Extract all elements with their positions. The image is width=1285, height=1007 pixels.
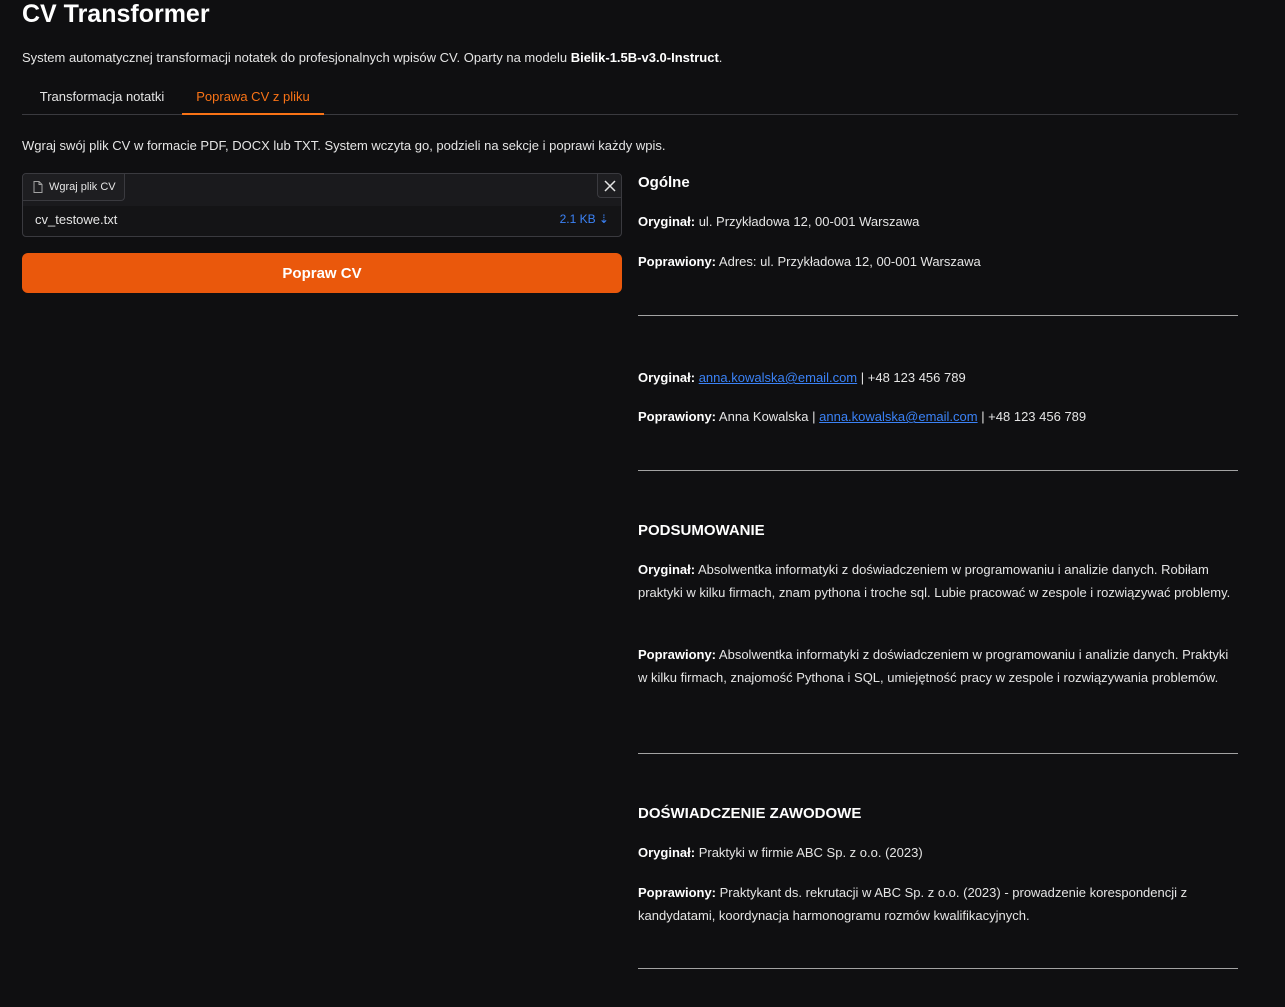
section-ogolne: Ogólne [638,172,1238,194]
original-label: Oryginał: [638,845,696,860]
email-link[interactable]: anna.kowalska@email.com [819,409,977,424]
section-title: Ogólne [638,174,690,191]
original-label: Oryginał: [638,370,696,385]
corrected-text: Adres: ul. Przykładowa 12, 00-001 Warsza… [718,254,981,269]
section-podsumowanie: PODSUMOWANIE [638,520,1238,542]
corrected-label: Poprawiony: [638,647,717,662]
upload-label: Wgraj plik CV [23,174,125,201]
upload-label-text: Wgraj plik CV [49,181,116,193]
tab-bar: Transformacja notatki Poprawa CV z pliku [22,82,1238,115]
corrected-text: | +48 123 456 789 [977,409,1087,424]
original-label: Oryginał: [638,214,696,229]
entry-corrected: Poprawiony: Anna Kowalska | anna.kowalsk… [638,405,1238,428]
original-text: ul. Przykładowa 12, 00-001 Warszawa [698,214,920,229]
entry-corrected: Poprawiony: Absolwentka informatyki z do… [638,643,1238,689]
section-divider [638,470,1238,471]
entry-corrected: Poprawiony: Adres: ul. Przykładowa 12, 0… [638,250,1238,273]
tab-poprawa-cv[interactable]: Poprawa CV z pliku [182,82,324,115]
original-text: | +48 123 456 789 [857,370,966,385]
corrected-label: Poprawiony: [638,409,717,424]
entry-original: Oryginał: Praktyki w firmie ABC Sp. z o.… [638,841,1238,864]
popraw-cv-button[interactable]: Popraw CV [22,253,622,293]
corrected-text: Absolwentka informatyki z doświadczeniem… [638,647,1229,685]
instruction-text: Wgraj swój plik CV w formacie PDF, DOCX … [22,138,666,153]
page-title: CV Transformer [22,0,210,28]
uploaded-file-name: cv_testowe.txt [35,212,118,227]
tab-transformacja-notatki[interactable]: Transformacja notatki [22,82,182,114]
clear-file-button[interactable] [597,174,621,198]
original-label: Oryginał: [638,562,696,577]
file-icon [33,181,43,193]
entry-original: Oryginał: Absolwentka informatyki z dośw… [638,558,1238,604]
original-text: Absolwentka informatyki z doświadczeniem… [638,562,1231,600]
entry-original: Oryginał: anna.kowalska@email.com | +48 … [638,366,1238,389]
section-divider [638,753,1238,754]
corrected-label: Poprawiony: [638,254,717,269]
section-title: DOŚWIADCZENIE ZAWODOWE [638,805,862,822]
uploaded-file-row: cv_testowe.txt 2.1 KB ⇣ [23,206,621,236]
section-divider [638,315,1238,316]
section-divider [638,968,1238,969]
model-name: Bielik-1.5B-v3.0-Instruct [570,50,719,65]
corrected-text: Anna Kowalska | [718,409,820,424]
entry-original: Oryginał: ul. Przykładowa 12, 00-001 War… [638,210,1238,233]
corrected-text: Praktykant ds. rekrutacji w ABC Sp. z o.… [638,885,1188,923]
file-upload-box[interactable]: Wgraj plik CV cv_testowe.txt 2.1 KB ⇣ [22,173,622,237]
app-root: CV Transformer System automatycznej tran… [0,0,1285,1007]
close-icon [603,179,616,192]
original-text: Praktyki w firmie ABC Sp. z o.o. (2023) [698,845,923,860]
corrected-label: Poprawiony: [638,885,717,900]
download-file-link[interactable]: 2.1 KB ⇣ [560,212,609,226]
subtitle-text: System automatycznej transformacji notat… [22,50,571,65]
page-subtitle: System automatycznej transformacji notat… [22,50,722,66]
subtitle-suffix: . [718,50,723,65]
entry-corrected: Poprawiony: Praktykant ds. rekrutacji w … [638,881,1238,927]
section-doswiadczenie: DOŚWIADCZENIE ZAWODOWE [638,803,1238,825]
email-link[interactable]: anna.kowalska@email.com [699,370,857,385]
section-title: PODSUMOWANIE [638,522,765,539]
